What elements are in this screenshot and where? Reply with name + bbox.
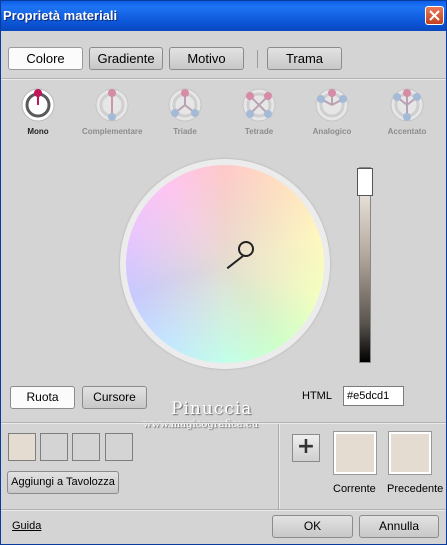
tetrad-harmony-icon [242,88,276,122]
watermark-name: Pinuccia [171,399,253,419]
wheel-view-button[interactable]: Ruota [10,386,75,409]
harmony-label: Complementare [82,127,143,136]
mono-harmony-icon [21,88,55,122]
tab-colore[interactable]: Colore [8,47,83,70]
html-label: HTML [302,390,332,402]
complementary-harmony-icon [95,88,129,122]
harmony-label: Analogico [312,127,352,136]
triad-harmony-icon [168,88,202,122]
divider [1,78,446,80]
ok-button[interactable]: OK [272,515,353,538]
color-wheel-surface[interactable] [126,165,324,363]
previous-color-label: Precedente [387,483,444,495]
brightness-slider-thumb[interactable] [357,168,373,196]
close-button[interactable] [425,6,444,25]
harmony-label: Tetrade [244,127,274,136]
material-properties-dialog: Proprietà materiali Colore Gradiente Mot… [0,0,447,545]
current-color-label: Corrente [333,483,376,495]
harmony-analogico[interactable]: Analogico [302,87,362,136]
vertical-divider [278,424,280,510]
color-wheel[interactable] [120,159,330,369]
title-bar[interactable]: Proprietà materiali [1,1,446,31]
close-icon [429,10,440,21]
window-title: Proprietà materiali [3,8,118,23]
harmony-label: Accentato [387,127,427,136]
analogous-harmony-icon [315,88,349,122]
harmony-triade[interactable]: Triade [155,87,215,136]
palette-swatch[interactable] [40,433,68,461]
add-to-palette-button[interactable]: Aggiungi a Tavolozza [7,471,119,494]
palette-swatch[interactable] [72,433,100,461]
harmony-label: Mono [27,127,49,136]
html-color-input[interactable]: #e5dcd1 [343,386,404,406]
harmony-accentato[interactable]: Accentato [377,87,437,136]
wheel-handle[interactable] [238,241,254,257]
palette-swatch[interactable] [105,433,133,461]
harmony-tetrade[interactable]: Tetrade [229,87,289,136]
tab-trama[interactable]: Trama [267,47,342,70]
tab-gradiente[interactable]: Gradiente [89,47,163,70]
brightness-slider[interactable] [359,167,371,363]
previous-color-swatch[interactable] [388,431,432,475]
current-color-swatch [333,431,377,475]
cancel-button[interactable]: Annulla [359,515,439,538]
harmony-complementare[interactable]: Complementare [82,87,142,136]
harmony-label: Triade [173,127,197,136]
slider-view-button[interactable]: Cursore [82,386,147,409]
palette-swatch[interactable] [8,433,36,461]
divider [1,422,446,424]
harmony-mono[interactable]: Mono [8,87,68,136]
help-link[interactable]: Guida [12,520,41,532]
accented-harmony-icon [390,88,424,122]
plus-icon: + [296,434,316,459]
tab-divider [257,50,258,68]
divider [1,509,446,511]
add-swatch-button[interactable]: + [292,434,320,462]
tab-motivo[interactable]: Motivo [169,47,244,70]
watermark-url: www.magicografica.eu [143,419,259,430]
